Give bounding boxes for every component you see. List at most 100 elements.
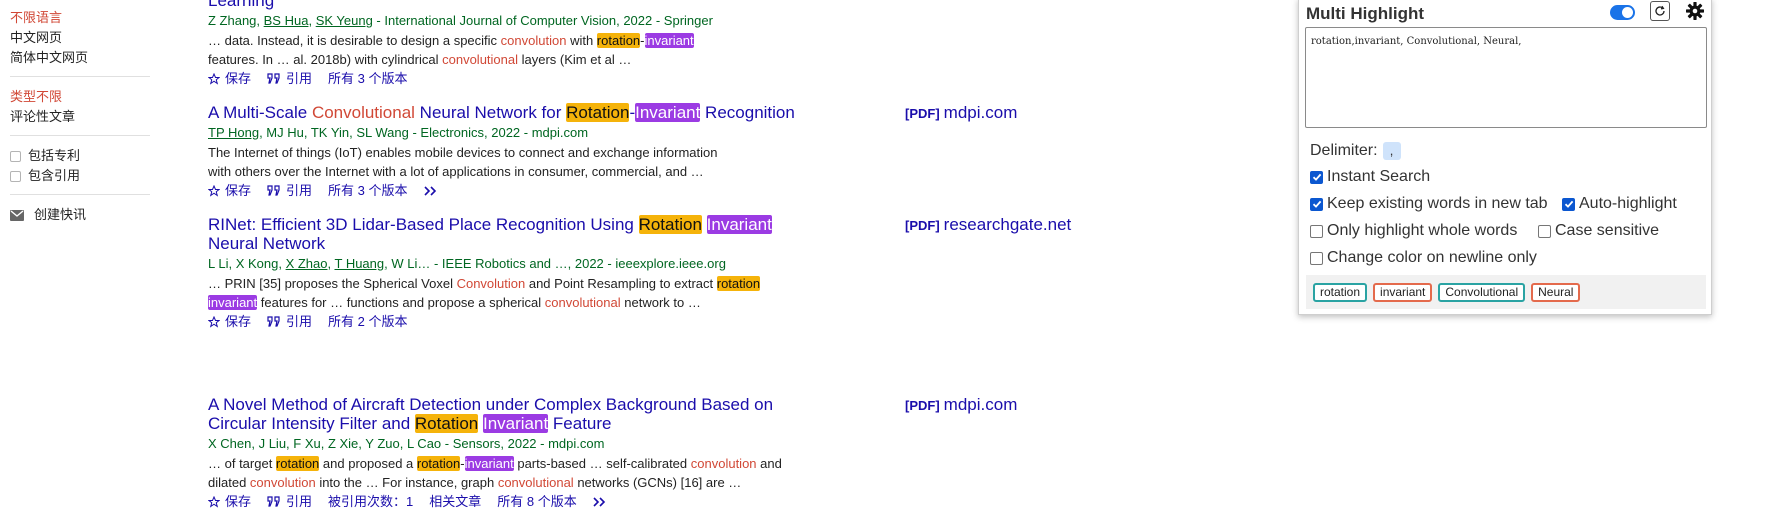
instant-search-option[interactable]: Instant Search bbox=[1310, 168, 1430, 186]
change-color-label: Change color on newline only bbox=[1327, 249, 1537, 266]
cited-by-link[interactable]: 被引用次数：1 bbox=[328, 493, 413, 510]
highlight-words-input[interactable]: rotation,invariant, Convolutional, Neura… bbox=[1305, 27, 1707, 128]
filter-chinese-pages[interactable]: 中文网页 bbox=[10, 28, 155, 48]
result-authors: TP Hong, MJ Hu, TK Yin, SL Wang - Electr… bbox=[208, 125, 589, 140]
save-button[interactable]: 保存 bbox=[208, 182, 251, 199]
cite-button[interactable]: 引用 bbox=[267, 313, 312, 330]
include-patents-checkbox[interactable]: 包括专利 bbox=[10, 146, 155, 166]
keep-existing-option[interactable]: Keep existing words in new tab bbox=[1310, 195, 1548, 213]
filter-any-language[interactable]: 不限语言 bbox=[10, 8, 155, 28]
pdf-link[interactable]: [PDF] researchgate.net bbox=[905, 215, 1071, 235]
multi-highlight-panel: Multi Highlight rotation,invariant, Conv… bbox=[1298, 0, 1712, 315]
star-icon bbox=[208, 315, 220, 328]
search-result: A Novel Method of Aircraft Detection und… bbox=[208, 395, 908, 510]
related-articles-link[interactable]: 相关文章 bbox=[429, 493, 481, 510]
include-citations-checkbox[interactable]: 包含引用 bbox=[10, 166, 155, 186]
highlight-rotation: Rotation bbox=[414, 414, 479, 433]
save-button[interactable]: 保存 bbox=[208, 493, 251, 510]
filter-simplified-chinese-pages[interactable]: 简体中文网页 bbox=[10, 48, 155, 68]
keep-existing-checkbox[interactable] bbox=[1310, 197, 1323, 211]
quote-icon bbox=[267, 316, 280, 327]
refresh-icon bbox=[1655, 5, 1665, 16]
highlight-invariant: invariant bbox=[464, 456, 514, 471]
checkbox-box[interactable] bbox=[10, 170, 21, 182]
filter-any-type[interactable]: 类型不限 bbox=[10, 87, 155, 107]
settings-button[interactable] bbox=[1684, 0, 1706, 22]
author-link[interactable]: BS Hua bbox=[264, 13, 309, 28]
keep-existing-label: Keep existing words in new tab bbox=[1327, 195, 1548, 212]
case-sensitive-option[interactable]: Case sensitive bbox=[1538, 222, 1659, 240]
instant-search-checkbox[interactable] bbox=[1310, 170, 1323, 184]
highlight-rotation: rotation bbox=[416, 456, 461, 471]
include-citations-label: 包含引用 bbox=[28, 168, 81, 183]
panel-title: Multi Highlight bbox=[1306, 4, 1425, 23]
highlight-invariant: Invariant bbox=[706, 215, 772, 234]
result-snippet: … PRIN [35] proposes the Spherical Voxel… bbox=[208, 276, 761, 310]
delimiter-input[interactable]: , bbox=[1382, 142, 1401, 160]
auto-highlight-checkbox[interactable] bbox=[1562, 197, 1575, 211]
result-title[interactable]: RINet: Efficient 3D Lidar-Based Place Re… bbox=[208, 215, 908, 253]
author-link[interactable]: T Huang bbox=[335, 256, 385, 271]
checkbox-box[interactable] bbox=[10, 150, 21, 162]
all-versions-link[interactable]: 所有 2 个版本 bbox=[328, 313, 407, 330]
filter-review-articles[interactable]: 评论性文章 bbox=[10, 107, 155, 127]
change-color-checkbox[interactable] bbox=[1310, 251, 1323, 265]
cite-button[interactable]: 引用 bbox=[267, 70, 312, 87]
keyword-chip[interactable]: Convolutional bbox=[1438, 282, 1526, 302]
keyword-chip[interactable]: Neural bbox=[1531, 282, 1581, 302]
gear-icon bbox=[1686, 2, 1704, 20]
whole-words-checkbox[interactable] bbox=[1310, 224, 1323, 238]
search-result: A Multi-Scale Convolutional Neural Netwo… bbox=[208, 103, 908, 199]
highlight-rotation: rotation bbox=[596, 33, 641, 48]
highlight-rotation: Rotation bbox=[638, 215, 702, 234]
include-patents-label: 包括专利 bbox=[28, 148, 81, 163]
create-alert-label: 创建快讯 bbox=[34, 207, 87, 222]
case-sensitive-checkbox[interactable] bbox=[1538, 224, 1551, 238]
whole-words-option[interactable]: Only highlight whole words bbox=[1310, 222, 1517, 240]
highlight-rotation: Rotation bbox=[566, 103, 630, 122]
all-versions-link[interactable]: 所有 3 个版本 bbox=[328, 70, 407, 87]
all-versions-link[interactable]: 所有 8 个版本 bbox=[497, 493, 576, 510]
author-link[interactable]: TP Hong bbox=[208, 125, 259, 140]
enable-toggle[interactable] bbox=[1610, 5, 1635, 20]
refresh-button[interactable] bbox=[1650, 1, 1670, 21]
quote-icon bbox=[267, 185, 280, 196]
more-chevron-icon[interactable] bbox=[423, 185, 443, 196]
author-link[interactable]: X Zhao bbox=[286, 256, 328, 271]
result-snippet: … data. Instead, it is desirable to desi… bbox=[208, 33, 694, 67]
result-actions: 保存 引用 被引用次数：1 相关文章 所有 8 个版本 bbox=[208, 493, 908, 510]
instant-search-label: Instant Search bbox=[1327, 168, 1431, 185]
result-title[interactable]: A Novel Method of Aircraft Detection und… bbox=[208, 395, 908, 433]
result-authors: Z Zhang, BS Hua, SK Yeung - Internationa… bbox=[208, 13, 713, 28]
more-chevron-icon[interactable] bbox=[593, 496, 612, 507]
sidebar: 不限语言 中文网页 简体中文网页 类型不限 评论性文章 包括专利 包含引用 创建… bbox=[10, 8, 155, 225]
result-actions: 保存 引用 所有 2 个版本 bbox=[208, 313, 908, 330]
divider bbox=[10, 194, 150, 195]
save-button[interactable]: 保存 bbox=[208, 313, 251, 330]
divider bbox=[10, 135, 150, 136]
search-result: RINet: Efficient 3D Lidar-Based Place Re… bbox=[208, 215, 908, 330]
create-alert-link[interactable]: 创建快讯 bbox=[10, 205, 155, 225]
star-icon bbox=[208, 495, 220, 508]
envelope-icon bbox=[10, 209, 24, 221]
keyword-chip[interactable]: rotation bbox=[1313, 282, 1368, 302]
delimiter-label: Delimiter: bbox=[1310, 142, 1378, 159]
save-button[interactable]: 保存 bbox=[208, 70, 251, 87]
keyword-chip[interactable]: invariant bbox=[1373, 282, 1433, 302]
result-title[interactable]: A Multi-Scale Convolutional Neural Netwo… bbox=[208, 103, 908, 122]
quote-icon bbox=[267, 73, 280, 84]
all-versions-link[interactable]: 所有 3 个版本 bbox=[328, 182, 407, 199]
pdf-link[interactable]: [PDF] mdpi.com bbox=[905, 395, 1017, 415]
pdf-link[interactable]: [PDF] mdpi.com bbox=[905, 103, 1017, 123]
cite-button[interactable]: 引用 bbox=[267, 182, 312, 199]
star-icon bbox=[208, 184, 220, 197]
toggle-knob bbox=[1622, 7, 1633, 18]
result-title[interactable]: Learning bbox=[208, 0, 908, 10]
highlight-rotation: rotation bbox=[716, 276, 761, 291]
author-link[interactable]: SK Yeung bbox=[316, 13, 373, 28]
cite-button[interactable]: 引用 bbox=[267, 493, 312, 510]
auto-highlight-option[interactable]: Auto-highlight bbox=[1562, 195, 1677, 213]
keyword-chips: rotation invariant Convolutional Neural bbox=[1306, 275, 1706, 309]
highlight-rotation: rotation bbox=[275, 456, 320, 471]
change-color-option[interactable]: Change color on newline only bbox=[1310, 249, 1537, 267]
